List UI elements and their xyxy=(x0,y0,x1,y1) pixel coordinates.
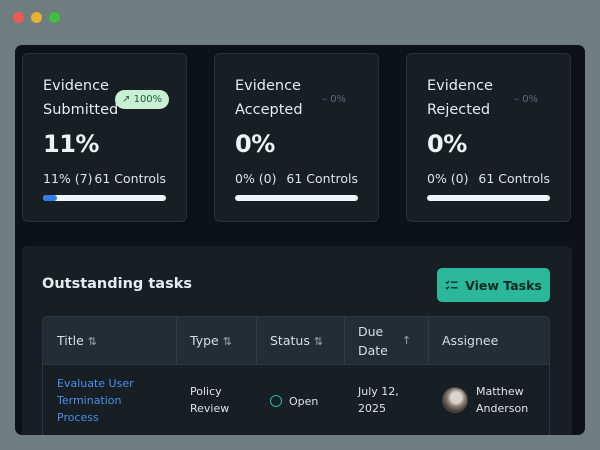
card-title: Evidence Accepted xyxy=(235,74,315,122)
progress-bar xyxy=(235,195,358,201)
column-label: Title xyxy=(57,333,84,348)
card-title-line: Evidence xyxy=(427,78,493,94)
outstanding-tasks-panel: Outstanding tasks View Tasks Title ⇅ Type… xyxy=(22,246,572,435)
card-evidence-accepted: Evidence Accepted – 0% 0% 0% (0) 61 Cont… xyxy=(214,53,379,222)
assignee-name-line: Anderson xyxy=(476,402,529,415)
column-label: Assignee xyxy=(442,333,499,348)
column-header-status[interactable]: Status ⇅ xyxy=(270,333,323,348)
table-row[interactable]: Evaluate User Termination Process Policy… xyxy=(43,365,549,435)
task-title-link[interactable]: Evaluate User Termination Process xyxy=(57,375,134,426)
card-title-line: Rejected xyxy=(427,102,491,118)
progress-fill xyxy=(43,195,57,201)
tasks-table: Title ⇅ Type ⇅ Status ⇅ Due Date ↑ Assig… xyxy=(42,316,550,435)
column-label: Status xyxy=(270,333,310,348)
task-title-line: Evaluate User xyxy=(57,377,134,390)
card-evidence-submitted: Evidence Submitted ↗ 100% 11% 11% (7) 61… xyxy=(22,53,187,222)
badge-value: 0% xyxy=(522,94,539,105)
avatar[interactable] xyxy=(442,387,468,413)
column-divider xyxy=(344,317,345,365)
column-header-title[interactable]: Title ⇅ xyxy=(57,333,97,348)
column-header-assignee: Assignee xyxy=(442,333,498,348)
card-title-line: Evidence xyxy=(43,78,109,94)
card-title-line: Accepted xyxy=(235,102,303,118)
sort-icon: ⇅ xyxy=(222,335,232,348)
view-tasks-label: View Tasks xyxy=(465,277,542,293)
card-title-line: Submitted xyxy=(43,102,119,118)
sort-icon: ⇅ xyxy=(313,335,324,348)
task-status: Open xyxy=(270,393,318,410)
column-label: Due xyxy=(358,324,384,339)
zoom-window-icon[interactable] xyxy=(49,12,60,23)
card-controls: 61 Controls xyxy=(286,171,358,186)
dash-icon: – xyxy=(514,94,519,105)
column-header-due-date[interactable]: Due Date xyxy=(358,322,388,360)
view-tasks-button[interactable]: View Tasks xyxy=(437,268,550,302)
minimize-window-icon[interactable] xyxy=(31,12,42,23)
progress-bar xyxy=(43,195,166,201)
table-header: Title ⇅ Type ⇅ Status ⇅ Due Date ↑ Assig… xyxy=(43,317,549,365)
task-type: Policy Review xyxy=(190,383,229,417)
assignee-name-line: Matthew xyxy=(476,385,524,398)
column-label: Date xyxy=(358,343,388,358)
card-value: 0% xyxy=(235,130,275,158)
task-assignee: Matthew Anderson xyxy=(476,383,528,417)
card-title-line: Evidence xyxy=(235,78,301,94)
progress-bar xyxy=(427,195,550,201)
task-title-line: Termination xyxy=(57,394,122,407)
panel-title: Outstanding tasks xyxy=(42,276,192,292)
card-title: Evidence Rejected xyxy=(427,74,507,122)
card-evidence-rejected: Evidence Rejected – 0% 0% 0% (0) 61 Cont… xyxy=(406,53,571,222)
dash-icon: – xyxy=(322,94,327,105)
card-title: Evidence Submitted xyxy=(43,74,123,122)
card-value: 11% xyxy=(43,130,99,158)
card-count: 11% (7) xyxy=(43,171,93,186)
card-count: 0% (0) xyxy=(427,171,469,186)
evidence-cards: Evidence Submitted ↗ 100% 11% 11% (7) 61… xyxy=(22,53,572,223)
sort-ascending-icon[interactable]: ↑ xyxy=(402,334,411,347)
task-type-line: Policy xyxy=(190,385,222,398)
arrow-up-right-icon: ↗ xyxy=(122,94,131,105)
card-count: 0% (0) xyxy=(235,171,277,186)
badge-value: 0% xyxy=(330,94,347,105)
column-label: Type xyxy=(190,333,219,348)
trend-badge: – 0% xyxy=(507,90,545,109)
column-divider xyxy=(428,317,429,365)
due-date-line: July 12, xyxy=(358,385,399,398)
window-controls xyxy=(13,12,60,23)
due-date-line: 2025 xyxy=(358,402,386,415)
column-divider xyxy=(256,317,257,365)
close-window-icon[interactable] xyxy=(13,12,24,23)
badge-value: 100% xyxy=(133,94,163,105)
card-value: 0% xyxy=(427,130,467,158)
task-due-date: July 12, 2025 xyxy=(358,383,399,417)
task-title-line: Process xyxy=(57,411,99,424)
column-header-type[interactable]: Type ⇅ xyxy=(190,333,232,348)
trend-badge: – 0% xyxy=(315,90,353,109)
task-type-line: Review xyxy=(190,402,230,415)
card-controls: 61 Controls xyxy=(94,171,166,186)
card-controls: 61 Controls xyxy=(478,171,550,186)
sort-icon: ⇅ xyxy=(87,335,98,348)
status-label: Open xyxy=(289,395,319,408)
list-check-icon xyxy=(445,280,458,290)
trend-badge: ↗ 100% xyxy=(115,90,170,109)
app-window: Evidence Submitted ↗ 100% 11% 11% (7) 61… xyxy=(15,45,585,435)
open-status-icon xyxy=(270,395,282,407)
column-divider xyxy=(176,317,177,365)
